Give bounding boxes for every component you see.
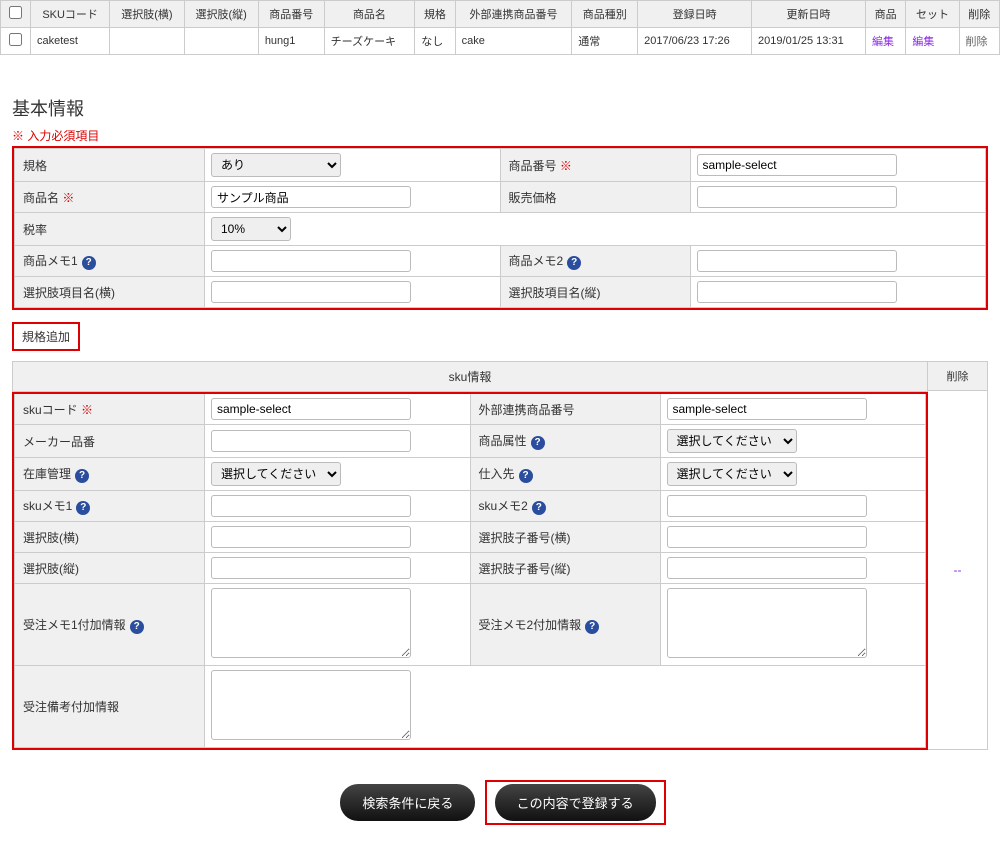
label-ordermemo1: 受注メモ1付加情報? (15, 584, 205, 666)
cell-extno: cake (455, 28, 572, 55)
col-edit-prod: 商品 (865, 1, 905, 28)
label-attr: 商品属性? (470, 425, 660, 458)
help-icon[interactable]: ? (519, 469, 533, 483)
cell-opt-v (184, 28, 258, 55)
label-makerno: メーカー品番 (15, 425, 205, 458)
label-stock: 在庫管理? (15, 458, 205, 491)
basic-info-box: 規格 あり 商品番号 ※ 商品名 ※ 販売価格 税率 10% 商品メモ1? 商品… (12, 146, 988, 310)
label-price: 販売価格 (500, 182, 690, 213)
label-ordermemo2: 受注メモ2付加情報? (470, 584, 660, 666)
label-optname-h: 選択肢項目名(横) (15, 277, 205, 308)
edit-product-link[interactable]: 編集 (872, 36, 894, 48)
col-kind: 商品種別 (572, 1, 638, 28)
optname-v-input[interactable] (697, 281, 897, 303)
label-optchild-h: 選択肢子番号(横) (470, 522, 660, 553)
delete-col-head: 削除 (928, 362, 987, 391)
delete-row-link[interactable]: 削除 (966, 36, 988, 48)
col-prodname: 商品名 (324, 1, 415, 28)
label-optchild-v: 選択肢子番号(縦) (470, 553, 660, 584)
delete-sku-link[interactable]: -- (954, 563, 962, 577)
label-supplier: 仕入先? (470, 458, 660, 491)
prodname-input[interactable] (211, 186, 411, 208)
cell-created: 2017/06/23 17:26 (638, 28, 752, 55)
label-opt-h: 選択肢(横) (15, 522, 205, 553)
ordermemo2-textarea[interactable] (667, 588, 867, 658)
memo1-input[interactable] (211, 250, 411, 272)
edit-set-link[interactable]: 編集 (912, 36, 934, 48)
back-button[interactable]: 検索条件に戻る (340, 784, 475, 821)
ordermemo1-textarea[interactable] (211, 588, 411, 658)
col-extno: 外部連携商品番号 (455, 1, 572, 28)
section-title-basic: 基本情報 (12, 95, 1000, 121)
cell-opt-h (110, 28, 184, 55)
help-icon[interactable]: ? (531, 436, 545, 450)
opt-h-input[interactable] (211, 526, 411, 548)
sku-delete-column: 削除 -- (928, 361, 988, 750)
help-icon[interactable]: ? (585, 620, 599, 634)
label-extno: 外部連携商品番号 (470, 394, 660, 425)
required-note: ※ 入力必須項目 (12, 127, 1000, 144)
label-memo2: 商品メモ2? (500, 246, 690, 277)
help-icon[interactable]: ? (532, 501, 546, 515)
label-sku-code: skuコード ※ (15, 394, 205, 425)
col-sku: SKUコード (31, 1, 110, 28)
check-all[interactable] (9, 6, 22, 19)
prodno-input[interactable] (697, 154, 897, 176)
optname-h-input[interactable] (211, 281, 411, 303)
attr-select[interactable]: 選択してください (667, 429, 797, 453)
col-edit-set: セット (906, 1, 959, 28)
col-check (1, 1, 31, 28)
cell-prodno: hung1 (258, 28, 324, 55)
col-delete: 削除 (959, 1, 999, 28)
col-updated: 更新日時 (752, 1, 866, 28)
optchild-h-input[interactable] (667, 526, 867, 548)
spec-select[interactable]: あり (211, 153, 341, 177)
row-check[interactable] (9, 33, 22, 46)
tax-select[interactable]: 10% (211, 217, 291, 241)
label-memo1: 商品メモ1? (15, 246, 205, 277)
price-input[interactable] (697, 186, 897, 208)
sku-info-title: sku情報 (13, 362, 928, 392)
label-prodname: 商品名 ※ (15, 182, 205, 213)
submit-button[interactable]: この内容で登録する (495, 784, 656, 821)
col-spec: 規格 (415, 1, 455, 28)
cell-updated: 2019/01/25 13:31 (752, 28, 866, 55)
label-sku-memo1: skuメモ1? (15, 491, 205, 522)
cell-sku: caketest (31, 28, 110, 55)
help-icon[interactable]: ? (567, 256, 581, 270)
sku-memo2-input[interactable] (667, 495, 867, 517)
makerno-input[interactable] (211, 430, 411, 452)
label-ordernote: 受注備考付加情報 (15, 666, 205, 748)
help-icon[interactable]: ? (130, 620, 144, 634)
sku-code-input[interactable] (211, 398, 411, 420)
help-icon[interactable]: ? (82, 256, 96, 270)
label-sku-memo2: skuメモ2? (470, 491, 660, 522)
help-icon[interactable]: ? (76, 501, 90, 515)
label-tax: 税率 (15, 213, 205, 246)
optchild-v-input[interactable] (667, 557, 867, 579)
col-opt-h: 選択肢(横) (110, 1, 184, 28)
add-spec-button[interactable]: 規格追加 (12, 322, 80, 351)
stock-select[interactable]: 選択してください (211, 462, 341, 486)
supplier-select[interactable]: 選択してください (667, 462, 797, 486)
sku-memo1-input[interactable] (211, 495, 411, 517)
ordernote-textarea[interactable] (211, 670, 411, 740)
col-opt-v: 選択肢(縦) (184, 1, 258, 28)
col-prodno: 商品番号 (258, 1, 324, 28)
label-opt-v: 選択肢(縦) (15, 553, 205, 584)
sku-extno-input[interactable] (667, 398, 867, 420)
memo2-input[interactable] (697, 250, 897, 272)
cell-spec: なし (415, 28, 455, 55)
cell-kind: 通常 (572, 28, 638, 55)
label-prodno: 商品番号 ※ (500, 149, 690, 182)
sku-list-table: SKUコード 選択肢(横) 選択肢(縦) 商品番号 商品名 規格 外部連携商品番… (0, 0, 1000, 55)
label-spec: 規格 (15, 149, 205, 182)
label-optname-v: 選択肢項目名(縦) (500, 277, 690, 308)
col-created: 登録日時 (638, 1, 752, 28)
help-icon[interactable]: ? (75, 469, 89, 483)
cell-prodname: チーズケーキ (324, 28, 415, 55)
table-row: caketest hung1 チーズケーキ なし cake 通常 2017/06… (1, 28, 1000, 55)
opt-v-input[interactable] (211, 557, 411, 579)
